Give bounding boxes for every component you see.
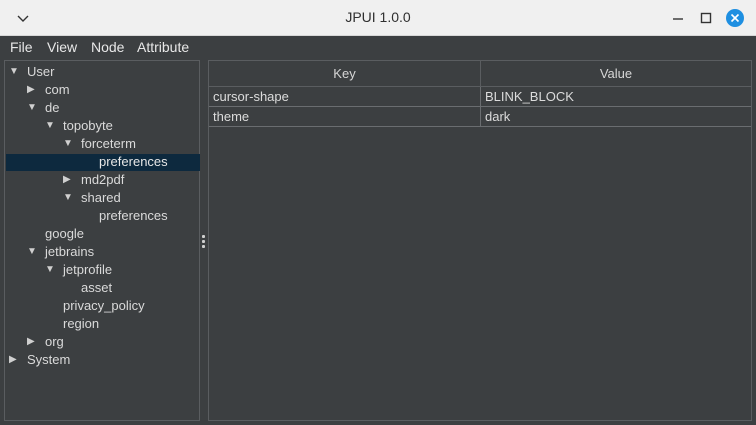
cell-key[interactable]: cursor-shape bbox=[209, 87, 481, 107]
collapsed-arrow-icon[interactable]: ▶ bbox=[63, 171, 75, 189]
tree-node-label: asset bbox=[81, 280, 113, 295]
cell-key[interactable]: theme bbox=[209, 107, 481, 127]
tree-node-label: md2pdf bbox=[81, 172, 125, 187]
expanded-arrow-icon[interactable]: ▼ bbox=[63, 135, 75, 153]
menu-attribute[interactable]: Attribute bbox=[137, 39, 189, 55]
column-header-key[interactable]: Key bbox=[209, 61, 481, 87]
expanded-arrow-icon[interactable]: ▼ bbox=[45, 117, 57, 135]
collapsed-arrow-icon[interactable]: ▶ bbox=[9, 351, 21, 369]
expanded-arrow-icon[interactable]: ▼ bbox=[9, 63, 21, 81]
expanded-arrow-icon[interactable]: ▼ bbox=[27, 99, 39, 117]
expanded-arrow-icon[interactable]: ▼ bbox=[45, 261, 57, 279]
title-bar: JPUI 1.0.0 bbox=[0, 0, 756, 36]
expanded-arrow-icon[interactable]: ▼ bbox=[63, 189, 75, 207]
tree-node-label: preferences bbox=[99, 154, 168, 169]
window-title: JPUI 1.0.0 bbox=[345, 9, 411, 25]
menu-view[interactable]: View bbox=[47, 39, 77, 55]
tree-node-label: privacy_policy bbox=[63, 298, 145, 313]
preferences-tree[interactable]: ▼ User ▶ com ▼ de ▼ topobyte ▼ forceterm… bbox=[4, 60, 200, 421]
table-header: Key Value bbox=[209, 61, 751, 87]
tree-node-label: User bbox=[27, 64, 55, 79]
tree-node-label: google bbox=[45, 226, 85, 241]
table-row[interactable]: theme dark bbox=[209, 107, 751, 127]
attributes-table[interactable]: Key Value cursor-shape BLINK_BLOCK theme… bbox=[208, 60, 752, 421]
menu-file[interactable]: File bbox=[10, 39, 33, 55]
tree-node-label: jetbrains bbox=[45, 244, 95, 259]
expanded-arrow-icon[interactable]: ▼ bbox=[27, 243, 39, 261]
maximize-icon[interactable] bbox=[696, 8, 716, 28]
column-header-value[interactable]: Value bbox=[481, 61, 751, 87]
tree-node-label: System bbox=[27, 352, 71, 367]
tree-node-label: shared bbox=[81, 190, 121, 205]
cell-value[interactable]: dark bbox=[481, 107, 751, 127]
cell-value[interactable]: BLINK_BLOCK bbox=[481, 87, 751, 107]
split-pane-handle[interactable] bbox=[202, 235, 206, 249]
tree-node-label: forceterm bbox=[81, 136, 136, 151]
tree-node-label: region bbox=[63, 316, 100, 331]
minimize-icon[interactable] bbox=[668, 8, 688, 28]
menu-bar: File View Node Attribute bbox=[0, 36, 756, 58]
tree-node-label: org bbox=[45, 334, 64, 349]
tree-node-label: de bbox=[45, 100, 60, 115]
collapsed-arrow-icon[interactable]: ▶ bbox=[27, 333, 39, 351]
tree-node-label: jetprofile bbox=[63, 262, 113, 277]
menu-node[interactable]: Node bbox=[91, 39, 124, 55]
close-icon[interactable] bbox=[726, 9, 744, 27]
table-row[interactable]: cursor-shape BLINK_BLOCK bbox=[209, 87, 751, 107]
tree-node-label: preferences bbox=[99, 208, 168, 223]
tree-node-label: com bbox=[45, 82, 70, 97]
tree-node-label: topobyte bbox=[63, 118, 113, 133]
collapsed-arrow-icon[interactable]: ▶ bbox=[27, 81, 39, 99]
